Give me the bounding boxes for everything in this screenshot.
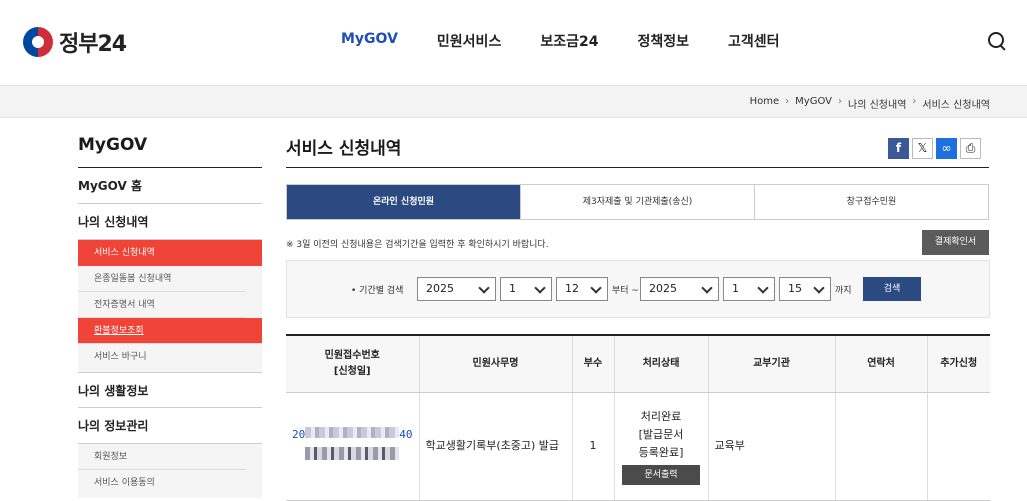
nav-mygov[interactable]: MyGOV xyxy=(341,31,398,51)
table-row: 20 40 학교생활기록부(초중고) 발급 1 처리완료 [발급문서 등록완료] … xyxy=(286,392,990,501)
tab-counter-applications[interactable]: 창구접수민원 xyxy=(754,185,988,219)
column-header-receipt-line1: 민원접수번호 xyxy=(324,349,380,361)
redacted-application-date xyxy=(305,447,400,460)
status-line1: 처리완료 xyxy=(640,409,682,423)
applications-table: 민원접수번호 [신청일] 민원사무명 부수 처리상태 교부기관 연락처 추가신청… xyxy=(286,334,990,501)
sidebar-item-allday-care[interactable]: 온종일돌봄 신청내역 xyxy=(78,266,246,292)
period-search-label: • 기간별 검색 xyxy=(351,286,404,296)
column-header-service-name: 민원사무명 xyxy=(419,336,573,393)
chevron-right-icon: › xyxy=(912,96,917,107)
breadcrumb-bar: Home › MyGOV › 나의 신청내역 › 서비스 신청내역 xyxy=(0,86,1027,118)
tab-bar: 온라인 신청민원 제3자제출 및 기관제출(송신) 창구접수민원 xyxy=(286,184,989,220)
status-line2: [발급문서 xyxy=(638,427,684,441)
from-day-select[interactable]: 12 xyxy=(556,277,608,301)
sidebar-item-life-info[interactable]: 나의 생활정보 xyxy=(78,372,262,408)
print-icon[interactable]: ⎙ xyxy=(960,138,981,159)
facebook-icon[interactable]: f xyxy=(888,138,909,159)
site-header: 정부24 MyGOV 민원서비스 보조금24 정책정보 고객센터 xyxy=(0,0,1027,86)
period-search-filter: • 기간별 검색 2025 1 12 부터 ~ 2025 1 15 까지 검색 xyxy=(286,260,990,318)
to-day-select[interactable]: 15 xyxy=(779,277,831,301)
to-text: 까지 xyxy=(835,286,852,296)
nav-subsidy[interactable]: 보조금24 xyxy=(540,31,598,51)
from-year-select[interactable]: 2025 xyxy=(417,277,496,301)
sidebar-item-info-management[interactable]: 나의 정보관리 xyxy=(78,408,262,444)
sidebar-item-service-basket[interactable]: 서비스 바구니 xyxy=(78,344,246,370)
receipt-number-link[interactable]: 20 40 xyxy=(286,426,419,444)
chevron-right-icon: › xyxy=(838,96,843,107)
from-month-select[interactable]: 1 xyxy=(500,277,552,301)
sidebar: MyGOV MyGOV 홈 나의 신청내역 서비스 신청내역 온종일돌봄 신청내… xyxy=(78,118,262,498)
breadcrumb-applications[interactable]: 나의 신청내역 xyxy=(848,96,906,111)
breadcrumb-home[interactable]: Home xyxy=(750,96,780,111)
agency-cell: 교육부 xyxy=(708,392,836,501)
sidebar-item-refund-info[interactable]: 환불정보조회 xyxy=(78,318,262,344)
status-line3: 등록완료] xyxy=(638,445,684,459)
to-month-select[interactable]: 1 xyxy=(723,277,775,301)
to-year-select[interactable]: 2025 xyxy=(640,277,719,301)
taegeuk-icon xyxy=(23,27,53,57)
receipt-prefix: 20 xyxy=(292,428,306,441)
sidebar-item-mygov-home[interactable]: MyGOV 홈 xyxy=(78,168,262,204)
status-cell: 처리완료 [발급문서 등록완료] 문서출력 xyxy=(614,392,709,501)
copies-cell: 1 xyxy=(572,392,615,501)
column-header-additional: 추가신청 xyxy=(927,336,990,393)
column-header-receipt-line2: [신청일] xyxy=(333,365,371,377)
contact-cell xyxy=(835,392,928,501)
nav-policy[interactable]: 정책정보 xyxy=(637,31,689,51)
column-header-agency: 교부기관 xyxy=(708,336,836,393)
search-button[interactable]: 검색 xyxy=(863,277,921,301)
redacted-receipt-number xyxy=(305,427,400,438)
main-content: 서비스 신청내역 f 𝕏 ∞ ⎙ 온라인 신청민원 제3자제출 및 기관제출(송… xyxy=(286,118,990,501)
column-header-contact: 연락처 xyxy=(835,336,928,393)
notice-text: ※ 3일 이전의 신청내용은 검색기간을 입력한 후 확인하시기 바랍니다. xyxy=(286,240,549,250)
receipt-number-cell[interactable]: 20 40 xyxy=(286,392,420,501)
breadcrumb-current[interactable]: 서비스 신청내역 xyxy=(922,96,990,111)
x-twitter-icon[interactable]: 𝕏 xyxy=(912,138,933,159)
table-header-row: 민원접수번호 [신청일] 민원사무명 부수 처리상태 교부기관 연락처 추가신청 xyxy=(286,336,990,393)
sidebar-item-service-consent[interactable]: 서비스 이용동의 xyxy=(78,470,246,496)
from-text: 부터 ~ xyxy=(612,286,639,296)
sidebar-item-member-info[interactable]: 회원정보 xyxy=(78,444,246,470)
sidebar-submenu-info: 회원정보 서비스 이용동의 xyxy=(78,444,262,498)
column-header-copies: 부수 xyxy=(572,336,615,393)
column-header-status: 처리상태 xyxy=(614,336,709,393)
service-name-cell: 학교생활기록부(초중고) 발급 xyxy=(419,392,573,501)
payment-confirmation-button[interactable]: 결제확인서 xyxy=(922,230,989,255)
link-icon[interactable]: ∞ xyxy=(936,138,957,159)
tab-online-applications[interactable]: 온라인 신청민원 xyxy=(287,185,520,219)
share-buttons: f 𝕏 ∞ ⎙ xyxy=(888,138,981,159)
chevron-right-icon: › xyxy=(785,96,790,107)
logo-text: 정부24 xyxy=(59,32,127,57)
nav-customer-center[interactable]: 고객센터 xyxy=(728,31,780,51)
breadcrumb-mygov[interactable]: MyGOV xyxy=(795,96,832,111)
column-header-receipt: 민원접수번호 [신청일] xyxy=(286,336,420,393)
nav-civil-service[interactable]: 민원서비스 xyxy=(437,31,501,51)
breadcrumb: Home › MyGOV › 나의 신청내역 › 서비스 신청내역 xyxy=(750,96,990,111)
sidebar-item-e-certificates[interactable]: 전자증명서 내역 xyxy=(78,292,246,318)
additional-cell xyxy=(927,392,990,501)
page-title: 서비스 신청내역 xyxy=(286,118,989,168)
print-document-button[interactable]: 문서출력 xyxy=(622,464,700,485)
sidebar-item-service-applications[interactable]: 서비스 신청내역 xyxy=(78,240,262,266)
receipt-suffix: 40 xyxy=(399,428,413,441)
sidebar-title: MyGOV xyxy=(78,118,262,168)
main-nav: MyGOV 민원서비스 보조금24 정책정보 고객센터 xyxy=(341,31,819,51)
search-icon[interactable] xyxy=(987,31,1007,51)
gov24-logo[interactable]: 정부24 xyxy=(23,26,127,58)
tab-third-party-submission[interactable]: 제3자제출 및 기관제출(송신) xyxy=(520,185,754,219)
sidebar-item-applications[interactable]: 나의 신청내역 xyxy=(78,204,262,240)
sidebar-submenu-applications: 서비스 신청내역 온종일돌봄 신청내역 전자증명서 내역 환불정보조회 서비스 … xyxy=(78,240,262,372)
